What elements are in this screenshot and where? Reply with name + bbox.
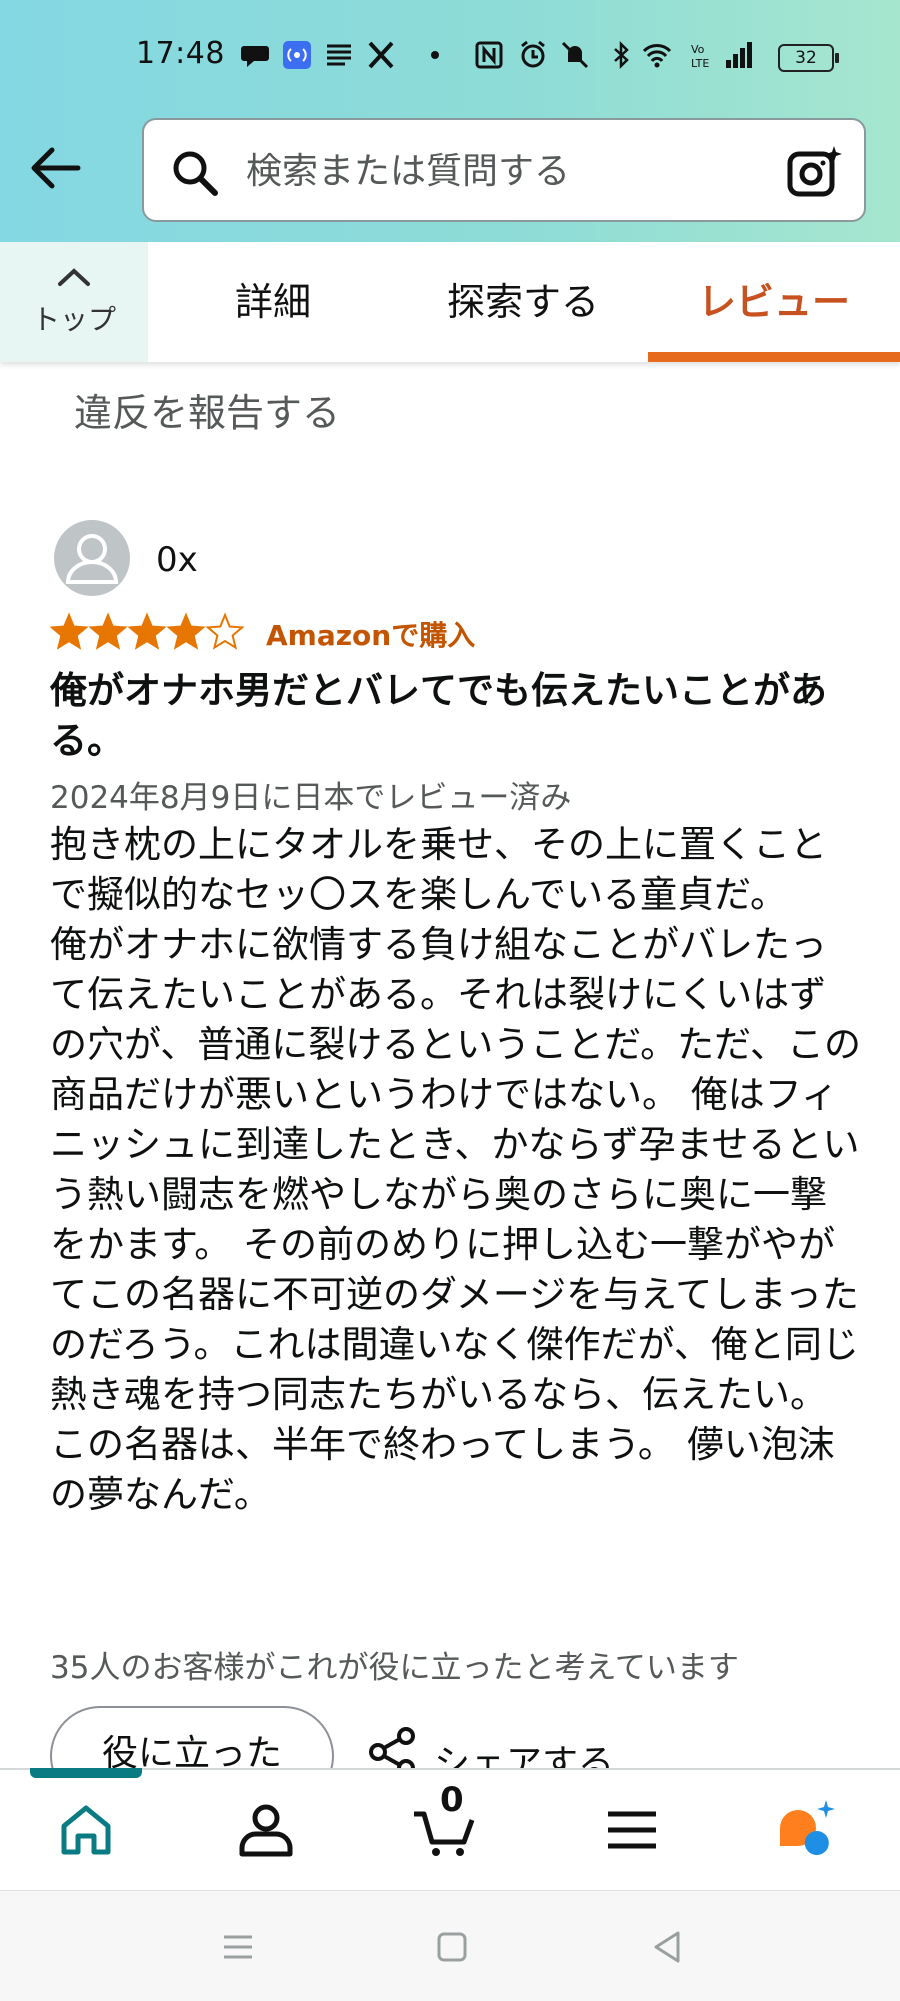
tab-reviews[interactable]: レビュー	[648, 242, 900, 362]
star-filled-icon	[127, 612, 167, 650]
wifi-icon	[642, 44, 672, 68]
menu-icon[interactable]	[600, 1798, 664, 1862]
product-tab-bar: トップ 詳細 探索する レビュー	[0, 242, 900, 362]
star-rating	[50, 612, 245, 650]
x-logo-icon	[368, 41, 394, 69]
bluetooth-icon	[614, 40, 629, 70]
tab-top[interactable]: トップ	[0, 242, 148, 362]
dot-icon	[431, 51, 439, 59]
alarm-icon	[521, 40, 545, 68]
star-empty-icon	[205, 612, 245, 650]
camera-search-icon[interactable]	[786, 144, 842, 200]
star-filled-icon	[166, 612, 206, 650]
volte-icon: VoLTE	[691, 43, 709, 70]
battery-icon: 32	[778, 44, 839, 72]
system-navigation-bar	[0, 1890, 900, 2001]
active-nav-indicator	[30, 1768, 142, 1778]
signal-icon	[726, 42, 752, 68]
nfc-icon	[475, 41, 503, 69]
status-time: 17:48	[136, 36, 225, 71]
search-bar[interactable]	[142, 118, 866, 222]
recent-apps-icon[interactable]	[218, 1927, 258, 1967]
svg-text:LTE: LTE	[691, 57, 709, 70]
search-icon	[173, 151, 218, 196]
tab-explore[interactable]: 探索する	[398, 242, 648, 362]
back-arrow-icon[interactable]	[26, 138, 86, 198]
helpful-count: 35人のお客様がこれが役に立ったと考えています	[50, 1650, 739, 1686]
rufus-ai-icon[interactable]	[776, 1798, 840, 1862]
active-tab-indicator	[648, 352, 900, 362]
review-body: 抱き枕の上にタオルを乗せ、その上に置くことで擬似的なセッ〇スを楽しんでいる童貞だ…	[50, 823, 862, 1516]
chevron-up-icon	[58, 268, 90, 286]
bottom-nav: 0	[0, 1768, 900, 1890]
home-icon[interactable]	[54, 1798, 118, 1862]
star-filled-icon	[50, 612, 89, 650]
avatar	[54, 520, 130, 596]
review-date: 2024年8月9日に日本でレビュー済み	[50, 780, 572, 816]
default-avatar-icon	[65, 534, 119, 584]
search-input[interactable]	[244, 140, 728, 202]
verified-purchase-badge: Amazonで購入	[266, 619, 476, 652]
account-icon[interactable]	[234, 1798, 298, 1862]
app-header: 17:48 Vo LTE 32	[0, 0, 900, 242]
tab-top-label: トップ	[31, 303, 116, 336]
news-icon	[327, 44, 351, 66]
home-button-icon[interactable]	[432, 1927, 472, 1967]
review-title: 俺がオナホ男だとバレてでも伝えたいことがある。	[50, 669, 827, 762]
cart-count: 0	[440, 1780, 464, 1820]
svg-text:Vo: Vo	[691, 43, 705, 56]
tab-details[interactable]: 詳細	[148, 242, 398, 362]
system-back-icon[interactable]	[648, 1927, 688, 1967]
mute-icon	[561, 41, 589, 69]
chat-bubble-icon	[241, 46, 269, 67]
status-bar: 17:48 Vo LTE 32	[0, 30, 900, 86]
reviewer-name: 0x	[156, 540, 198, 580]
broadcast-icon	[283, 41, 311, 69]
star-filled-icon	[88, 612, 128, 650]
report-abuse-link[interactable]: 違反を報告する	[74, 382, 340, 437]
